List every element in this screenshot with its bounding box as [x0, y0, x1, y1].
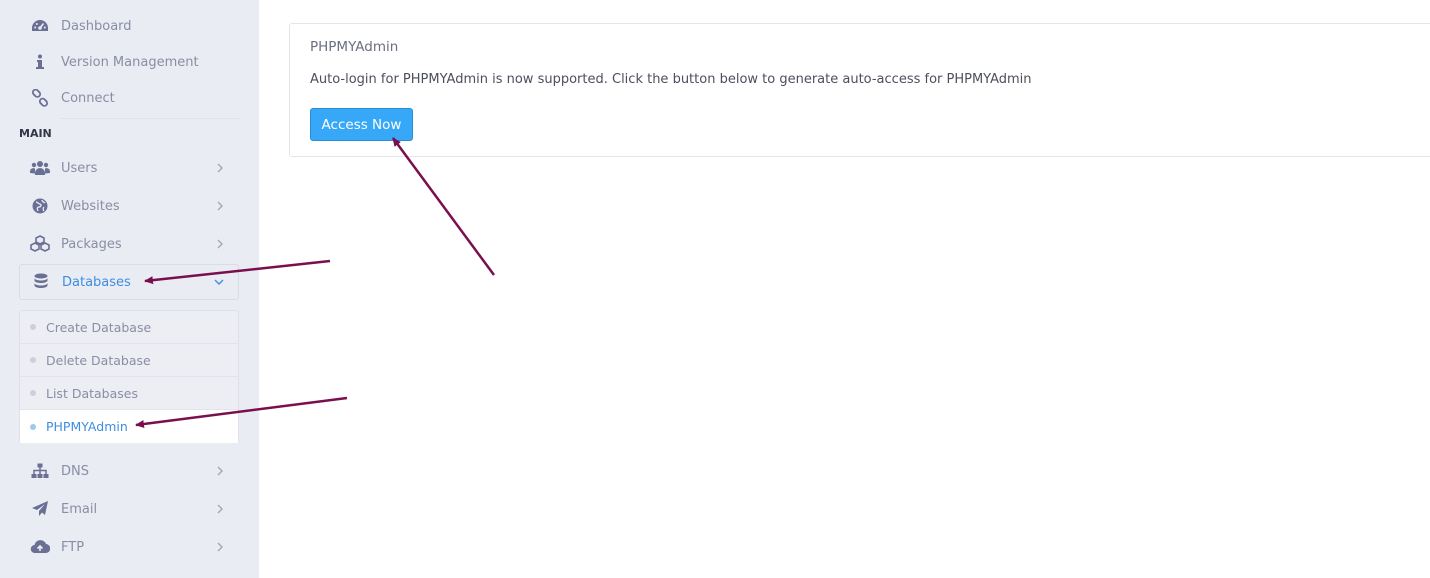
phpmyadmin-card: PHPMYAdmin Auto-login for PHPMYAdmin is …	[289, 23, 1430, 157]
cloud-upload-icon	[19, 539, 61, 555]
paper-plane-icon	[19, 500, 61, 518]
sidebar-item-label: Dashboard	[61, 18, 132, 34]
sitemap-icon	[19, 463, 61, 479]
sidebar-item-email[interactable]: Email	[19, 491, 239, 527]
submenu-item-label: List Databases	[46, 385, 138, 401]
sidebar-item-label: Websites	[61, 198, 120, 214]
chevron-right-icon	[211, 201, 229, 211]
database-icon	[20, 273, 62, 291]
sidebar-divider	[60, 118, 239, 119]
sidebar-item-label: Databases	[62, 274, 131, 290]
databases-submenu: Create Database Delete Database List Dat…	[19, 310, 239, 443]
chevron-right-icon	[211, 542, 229, 552]
chevron-down-icon	[210, 278, 228, 286]
sidebar-item-databases[interactable]: Databases	[19, 264, 239, 300]
submenu-item-list-databases[interactable]: List Databases	[20, 377, 238, 410]
submenu-item-create-database[interactable]: Create Database	[20, 311, 238, 344]
sidebar-item-label: Connect	[61, 90, 115, 106]
submenu-item-label: PHPMYAdmin	[46, 419, 128, 434]
sidebar-item-cutoff[interactable]	[19, 567, 239, 578]
submenu-item-phpmyadmin[interactable]: PHPMYAdmin	[20, 410, 238, 443]
globe-icon	[19, 198, 61, 214]
sidebar-item-label: Version Management	[61, 54, 199, 70]
link-icon	[19, 89, 61, 107]
bullet-icon	[30, 423, 36, 430]
bullet-icon	[30, 390, 36, 396]
sidebar-item-label: Email	[61, 501, 98, 517]
chevron-right-icon	[211, 163, 229, 173]
sidebar-item-websites[interactable]: Websites	[19, 188, 239, 224]
submenu-item-label: Delete Database	[46, 352, 151, 368]
card-description: Auto-login for PHPMYAdmin is now support…	[310, 72, 1032, 87]
submenu-item-delete-database[interactable]: Delete Database	[20, 344, 238, 377]
submenu-item-label: Create Database	[46, 319, 152, 335]
chevron-right-icon	[211, 239, 229, 249]
sidebar-item-version-management[interactable]: Version Management	[19, 44, 239, 80]
sidebar-item-label: DNS	[61, 463, 89, 479]
cubes-icon	[19, 235, 61, 253]
sidebar-item-packages[interactable]: Packages	[19, 226, 239, 262]
arrow-to-access-now	[391, 137, 496, 276]
sidebar-item-dashboard[interactable]: Dashboard	[19, 8, 239, 44]
info-icon	[19, 54, 61, 70]
sidebar-section-title: MAIN	[19, 127, 52, 140]
sidebar-item-dns[interactable]: DNS	[19, 453, 239, 489]
sidebar-item-connect[interactable]: Connect	[19, 80, 239, 116]
bullet-icon	[30, 357, 36, 363]
access-now-button[interactable]: Access Now	[310, 108, 413, 141]
card-title: PHPMYAdmin	[310, 39, 399, 55]
users-icon	[19, 160, 61, 176]
sidebar-item-label: Packages	[61, 236, 122, 252]
sidebar: Dashboard Version Management Connect MAI…	[0, 0, 259, 578]
sidebar-item-users[interactable]: Users	[19, 150, 239, 186]
dashboard-icon	[19, 18, 61, 34]
bullet-icon	[30, 324, 36, 330]
chevron-right-icon	[211, 504, 229, 514]
sidebar-item-ftp[interactable]: FTP	[19, 529, 239, 565]
sidebar-item-label: Users	[61, 160, 98, 176]
sidebar-item-label: FTP	[61, 539, 85, 555]
chevron-right-icon	[211, 466, 229, 476]
